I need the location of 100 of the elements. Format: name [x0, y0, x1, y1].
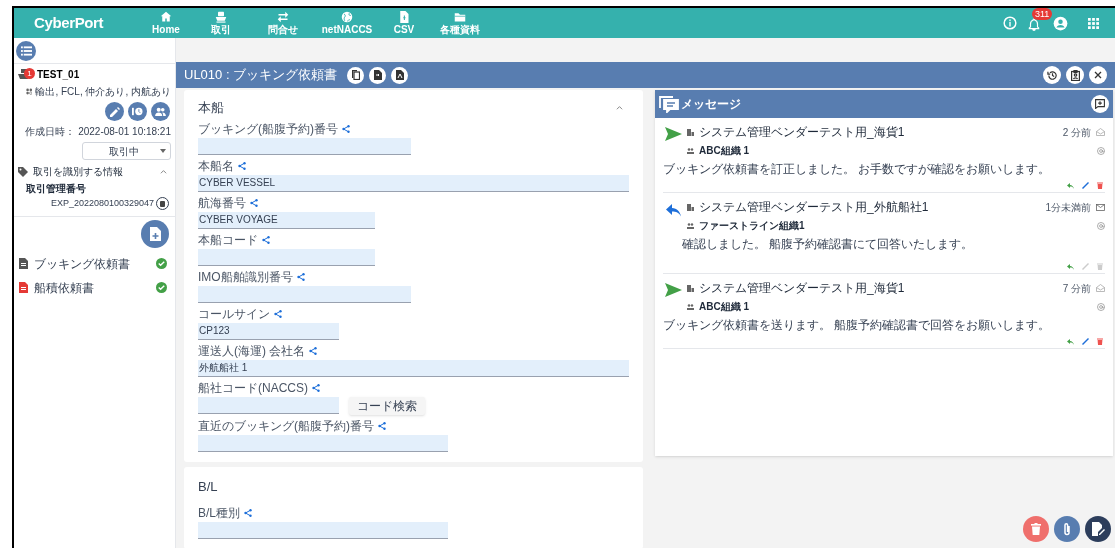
field-label: 取引管理番号	[26, 182, 87, 196]
trash-icon[interactable]	[1097, 338, 1103, 345]
field-label: 直近のブッキング(船腹予約)番号	[198, 418, 374, 433]
field-label: 本船名	[198, 158, 234, 173]
bell-icon[interactable]	[1027, 17, 1041, 32]
import-button[interactable]	[369, 66, 387, 84]
delete-button[interactable]	[1023, 516, 1049, 542]
chat-icon	[659, 95, 679, 113]
building-icon	[687, 128, 694, 136]
code-search-button[interactable]: コード検索	[349, 396, 425, 415]
copy-icon	[351, 70, 360, 80]
chevron-up-icon[interactable]	[160, 169, 167, 174]
input-field[interactable]	[198, 522, 448, 539]
status-select[interactable]: 取引中	[82, 142, 171, 160]
chevron-up-icon[interactable]	[616, 105, 623, 111]
pencil-icon	[109, 106, 120, 117]
menu-button[interactable]	[16, 40, 36, 61]
user-avatar-icon[interactable]	[1053, 15, 1068, 31]
globe-icon	[341, 11, 353, 23]
edit-document-button[interactable]	[1085, 516, 1111, 542]
clock-icon	[132, 106, 143, 117]
input-field[interactable]	[198, 397, 339, 414]
panel-title: メッセージ	[681, 96, 741, 113]
share-icon[interactable]	[312, 383, 320, 392]
share-icon[interactable]	[250, 198, 258, 207]
input-field[interactable]: CYBER VOYAGE	[198, 211, 375, 229]
deal-number: EXP_2022080100329047	[50, 197, 154, 210]
history-icon	[1046, 69, 1058, 81]
apps-grid-icon[interactable]	[1088, 17, 1099, 29]
field-label: B/L種別	[198, 506, 240, 520]
input-field[interactable]	[198, 434, 448, 452]
clipboard-person-icon	[1070, 69, 1080, 81]
add-document-button[interactable]	[141, 219, 169, 248]
building-icon	[687, 284, 694, 292]
clipboard-button[interactable]	[1066, 66, 1084, 84]
field-label: 運送人(海運) 会社名	[198, 343, 306, 358]
field-label: 本船コード	[198, 232, 258, 247]
group-icon	[687, 303, 694, 310]
input-field[interactable]: CP123	[198, 322, 339, 340]
document-link[interactable]: 船積依頼書	[34, 278, 94, 297]
file-icon	[395, 70, 404, 80]
reply-icon[interactable]	[1067, 182, 1074, 189]
at-sign-icon[interactable]	[1097, 302, 1105, 311]
input-field[interactable]: 外航船社 1	[198, 359, 629, 377]
pencil-icon[interactable]	[1082, 182, 1089, 189]
share-icon[interactable]	[309, 346, 318, 355]
members-button[interactable]	[151, 102, 170, 121]
clipboard-icon	[160, 200, 165, 207]
building-icon	[687, 203, 694, 211]
edit-button[interactable]	[105, 102, 124, 121]
input-field[interactable]	[198, 285, 411, 303]
reply-icon[interactable]	[1067, 263, 1074, 270]
swap-arrows-icon	[277, 11, 289, 23]
info-icon[interactable]	[1003, 16, 1017, 30]
field-label: 航海番号	[198, 195, 246, 210]
trash-icon[interactable]	[1097, 182, 1103, 189]
new-message-button[interactable]	[1091, 95, 1109, 113]
document-link[interactable]: ブッキング依頼書	[34, 254, 130, 273]
deal-tags: 輸出, FCL, 仲介あり, 内航あり	[35, 84, 171, 99]
section-heading: 本船	[198, 99, 224, 117]
copy-button[interactable]	[347, 66, 365, 84]
share-icon[interactable]	[378, 421, 386, 430]
message-time: 2 分前	[1062, 125, 1091, 140]
sender-name: システム管理ベンダーテスト用_海貨1	[699, 124, 905, 141]
sender-name: システム管理ベンダーテスト用_海貨1	[699, 280, 905, 297]
share-icon[interactable]	[244, 509, 252, 517]
share-icon[interactable]	[342, 124, 350, 133]
close-icon	[1094, 71, 1102, 79]
attach-button[interactable]	[1054, 516, 1080, 542]
group-icon	[687, 222, 694, 229]
close-button[interactable]	[1089, 66, 1107, 84]
message-text: ブッキング依頼書を訂正しました。 お手数ですが確認をお願いします。	[663, 161, 1052, 178]
at-sign-icon[interactable]	[1097, 221, 1105, 230]
share-icon[interactable]	[296, 272, 305, 281]
home-icon	[160, 11, 172, 23]
file-pencil-icon	[1091, 522, 1105, 536]
tag-icon	[18, 166, 28, 177]
share-icon[interactable]	[262, 235, 270, 244]
sender-name: システム管理ベンダーテスト用_外航船社1	[699, 199, 929, 216]
history-button[interactable]	[1043, 66, 1061, 84]
file-arrow-icon	[373, 70, 382, 80]
field-label: コールサイン	[198, 306, 270, 321]
at-sign-icon[interactable]	[1097, 146, 1105, 155]
list-icon	[20, 45, 32, 56]
people-icon	[155, 107, 166, 116]
pencil-icon[interactable]	[1082, 338, 1089, 345]
field-label: IMO船舶識別番号	[198, 269, 293, 284]
input-field[interactable]	[198, 248, 375, 266]
pdf-button[interactable]	[391, 66, 409, 84]
add-file-icon	[149, 226, 161, 241]
page-title: UL010 : ブッキング依頼書	[184, 66, 338, 85]
created-datetime: 作成日時： 2022-08-01 10:18:21	[24, 125, 171, 139]
section-title: 取引を識別する情報	[33, 165, 123, 179]
share-icon[interactable]	[274, 309, 282, 318]
input-field[interactable]	[198, 137, 411, 155]
share-icon[interactable]	[238, 161, 246, 170]
field-label: ブッキング(船腹予約)番号	[198, 121, 338, 136]
input-field[interactable]: CYBER VESSEL	[198, 174, 629, 192]
add-comment-icon	[1095, 99, 1105, 109]
reply-icon[interactable]	[1067, 338, 1074, 345]
